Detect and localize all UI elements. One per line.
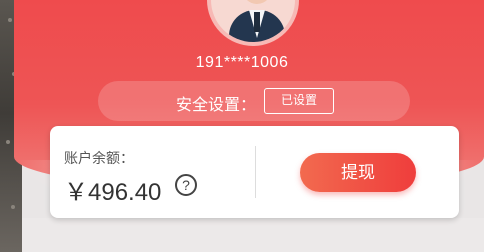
security-settings-label: 安全设置：	[176, 97, 257, 114]
balance-card: 账户余额： ￥496.40 ? 提现	[50, 126, 459, 218]
security-status-button[interactable]: 已设置	[264, 88, 334, 114]
background-speck	[8, 18, 12, 22]
background-speck	[6, 140, 10, 144]
page-background	[22, 218, 484, 252]
balance-amount: ￥496.40	[64, 179, 162, 206]
avatar-tie	[254, 12, 260, 32]
user-phone-number: 191****1006	[195, 54, 289, 71]
card-divider	[255, 146, 256, 198]
withdraw-button[interactable]: 提现	[300, 153, 416, 192]
avatar-face	[241, 0, 273, 4]
balance-label: 账户余额：	[64, 150, 134, 166]
question-circle-icon[interactable]: ?	[175, 174, 197, 196]
